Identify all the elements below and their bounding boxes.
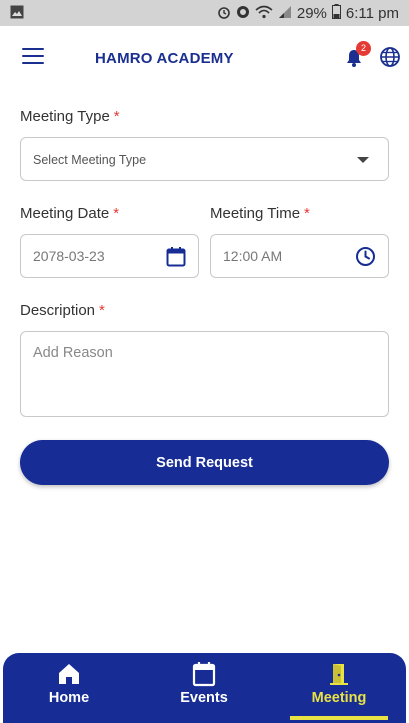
meeting-type-select[interactable]: Select Meeting Type: [20, 137, 389, 181]
description-textarea[interactable]: Add Reason: [20, 331, 389, 417]
language-button[interactable]: [379, 46, 401, 68]
alarm-icon: [217, 5, 231, 23]
clock-status-icon: [236, 5, 250, 23]
description-placeholder: Add Reason: [33, 345, 113, 361]
meeting-time-field[interactable]: 12:00 AM: [210, 234, 389, 278]
nav-item-events[interactable]: Events: [154, 653, 254, 723]
battery-percentage: 29%: [296, 5, 327, 22]
description-label: Description *: [20, 302, 105, 319]
meeting-date-label: Meeting Date *: [20, 205, 120, 222]
calendar-icon[interactable]: [166, 246, 186, 273]
required-mark: *: [304, 205, 310, 222]
active-tab-indicator: [290, 716, 388, 720]
meeting-date-value: 2078-03-23: [33, 248, 105, 264]
status-time: 6:11 pm: [345, 5, 399, 22]
clock-icon[interactable]: [355, 246, 376, 272]
globe-icon: [380, 47, 400, 67]
nav-label-events: Events: [180, 690, 228, 706]
nav-label-meeting: Meeting: [311, 690, 367, 706]
app-title: HAMRO ACADEMY: [95, 50, 234, 67]
battery-icon: [331, 4, 341, 23]
status-bar: 29% 6:11 pm: [0, 0, 409, 26]
meeting-time-label: Meeting Time *: [210, 205, 310, 222]
required-mark: *: [113, 205, 120, 222]
bottom-navigation: Home Events Meeting: [3, 653, 406, 723]
send-request-button[interactable]: Send Request: [20, 440, 389, 485]
nav-label-home: Home: [48, 690, 90, 706]
menu-icon: [22, 48, 44, 50]
required-mark: *: [99, 302, 105, 319]
signal-icon: [278, 5, 292, 23]
meeting-type-placeholder: Select Meeting Type: [33, 153, 147, 167]
nav-item-meeting[interactable]: Meeting: [289, 653, 389, 723]
door-icon: [328, 661, 350, 687]
home-icon: [57, 661, 81, 687]
meeting-date-field[interactable]: 2078-03-23: [20, 234, 199, 278]
gallery-icon: [10, 5, 24, 23]
notification-badge: 2: [356, 41, 371, 56]
meeting-time-value: 12:00 AM: [223, 248, 283, 264]
menu-button[interactable]: [22, 48, 44, 66]
wifi-icon: [255, 5, 273, 23]
dropdown-arrow-icon: [357, 157, 369, 163]
required-mark: *: [113, 108, 120, 125]
meeting-type-label: Meeting Type *: [20, 108, 120, 125]
nav-item-home[interactable]: Home: [19, 653, 119, 723]
calendar-icon: [192, 661, 216, 687]
app-bar: HAMRO ACADEMY 2: [0, 26, 409, 88]
